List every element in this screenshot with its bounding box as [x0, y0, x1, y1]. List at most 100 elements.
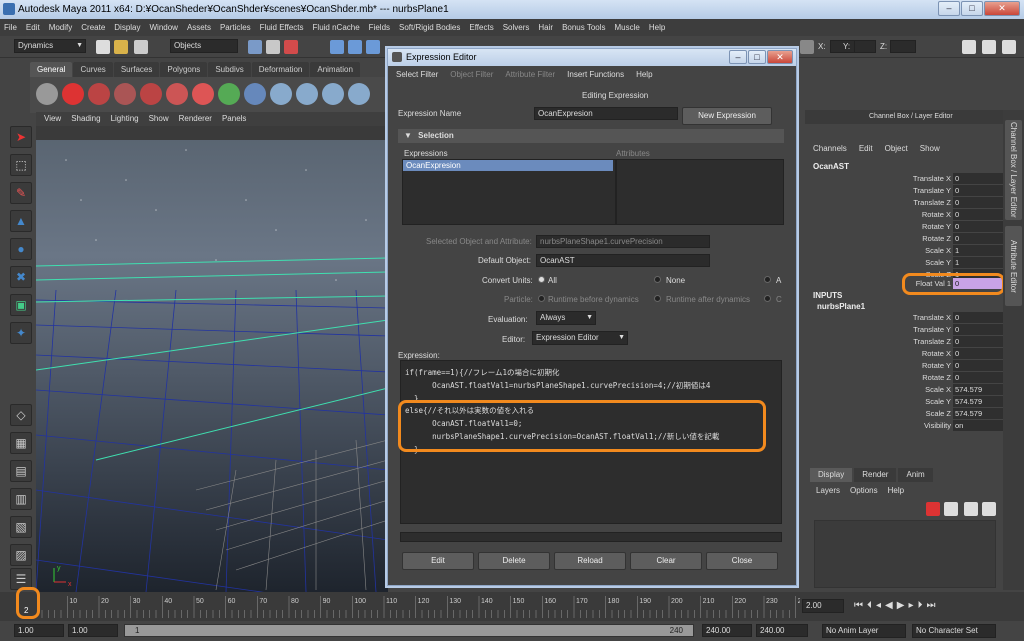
scale-tool-icon[interactable]: ✖: [10, 266, 32, 288]
time-slider[interactable]: 10 20 30 40 50 60 70 80 90 100 110 120 130 140 150 160 1…: [0, 592, 1024, 621]
clear-button[interactable]: Clear: [630, 552, 702, 570]
curve-tool-icon[interactable]: [166, 83, 188, 105]
start-time-field[interactable]: 1.00: [14, 624, 64, 637]
attr-row[interactable]: Translate Y0: [811, 185, 1003, 197]
perspective-viewport[interactable]: View Shading Lighting Show Renderer Pane…: [36, 112, 388, 592]
input-attr-row[interactable]: Scale Z 574.579: [811, 408, 1003, 420]
vp-menu-lighting[interactable]: Lighting: [111, 112, 139, 126]
expressions-list-item[interactable]: OcanExpresion: [403, 160, 613, 171]
select-component-icon[interactable]: [284, 40, 298, 54]
fluid-icon[interactable]: [296, 83, 318, 105]
select-hierarchy-icon[interactable]: [248, 40, 262, 54]
cb-menu-show[interactable]: Show: [920, 144, 940, 153]
vp-menu-renderer[interactable]: Renderer: [179, 112, 212, 126]
menu-fluid-ncache[interactable]: Fluid nCache: [313, 23, 360, 32]
play-backward-icon[interactable]: ◀: [885, 600, 893, 611]
menu-hair[interactable]: Hair: [538, 23, 553, 32]
tab-anim[interactable]: Anim: [898, 468, 933, 482]
layout-hypershade-icon[interactable]: ▧: [10, 516, 32, 538]
input-node-name[interactable]: nurbsPlane1: [817, 302, 865, 311]
menu-effects[interactable]: Effects: [469, 23, 493, 32]
play-forward-icon[interactable]: ▶: [897, 600, 905, 611]
select-tool-icon[interactable]: ➤: [10, 126, 32, 148]
snap-curve-icon[interactable]: [348, 40, 362, 54]
cb-menu-edit[interactable]: Edit: [859, 144, 873, 153]
input-attr-row[interactable]: Scale X 574.579: [811, 384, 1003, 396]
go-to-end-icon[interactable]: ⏭: [926, 600, 935, 611]
menu-create[interactable]: Create: [81, 23, 105, 32]
vp-menu-shading[interactable]: Shading: [71, 112, 100, 126]
snap-point-icon[interactable]: [366, 40, 380, 54]
step-forward-frame-icon[interactable]: ▸: [908, 600, 913, 611]
default-object-field[interactable]: OcanAST: [536, 254, 710, 267]
tab-channel-box-layer-editor[interactable]: Channel Box / Layer Editor: [1005, 120, 1022, 220]
save-scene-icon[interactable]: [134, 40, 148, 54]
delete-button[interactable]: Delete: [478, 552, 550, 570]
tab-polygons[interactable]: Polygons: [160, 62, 208, 77]
paint-select-tool-icon[interactable]: ✎: [10, 182, 32, 204]
expressions-list[interactable]: OcanExpresion: [402, 159, 616, 225]
minimize-button[interactable]: –: [938, 1, 960, 16]
current-time-field[interactable]: 2.00: [802, 599, 844, 613]
menu-fluid-effects[interactable]: Fluid Effects: [260, 23, 304, 32]
twist-tool-icon[interactable]: [218, 83, 240, 105]
channel-box-object-name[interactable]: OcanAST: [813, 162, 849, 171]
layer-up-icon[interactable]: [964, 502, 978, 516]
layer-menu-help[interactable]: Help: [888, 486, 904, 495]
cb-menu-object[interactable]: Object: [885, 144, 908, 153]
selection-mode-dropdown[interactable]: Objects: [170, 39, 238, 53]
input-attr-row[interactable]: Scale Y 574.579: [811, 396, 1003, 408]
sphere-icon[interactable]: [244, 83, 266, 105]
anim-layer-dropdown[interactable]: No Anim Layer: [822, 624, 906, 638]
creation-radio[interactable]: [764, 295, 771, 302]
menu-bonus-tools[interactable]: Bonus Tools: [562, 23, 605, 32]
tab-render[interactable]: Render: [854, 468, 897, 482]
gear-red-icon-2[interactable]: [140, 83, 162, 105]
attr-row[interactable]: Translate Z0: [811, 197, 1003, 209]
attr-row[interactable]: Rotate Z0: [811, 233, 1003, 245]
snap-grid-icon[interactable]: [330, 40, 344, 54]
go-to-start-icon[interactable]: ⏮: [854, 600, 863, 611]
layout-persp-outliner-icon[interactable]: ▤: [10, 460, 32, 482]
menu-file[interactable]: File: [4, 23, 17, 32]
tab-animation[interactable]: Animation: [310, 62, 360, 77]
input-line-icon[interactable]: [800, 40, 814, 54]
menu-fields[interactable]: Fields: [369, 23, 390, 32]
selection-section-header[interactable]: ▼ Selection: [398, 129, 784, 143]
maximize-button[interactable]: □: [961, 1, 983, 16]
input-attr-row[interactable]: Visibility on: [811, 420, 1003, 432]
soft-mod-tool-icon[interactable]: ✦: [10, 322, 32, 344]
menu-select-filter[interactable]: Select Filter: [396, 67, 438, 83]
editor-scrollbar[interactable]: [400, 532, 782, 542]
channel-box-toggle-icon[interactable]: [1002, 40, 1016, 54]
end-time-field[interactable]: 240.00: [756, 624, 808, 637]
field-icon[interactable]: [348, 83, 370, 105]
menu-solvers[interactable]: Solvers: [503, 23, 530, 32]
tool-settings-toggle-icon[interactable]: [982, 40, 996, 54]
menu-object-filter[interactable]: Object Filter: [450, 67, 493, 83]
layout-four-icon[interactable]: ▦: [10, 432, 32, 454]
manipulator-tool-icon[interactable]: ▣: [10, 294, 32, 316]
attr-row[interactable]: Scale X1: [811, 245, 1003, 257]
lasso-tool-icon[interactable]: ⬚: [10, 154, 32, 176]
z-field[interactable]: [890, 40, 916, 53]
runtime-before-dynamics-radio[interactable]: [538, 295, 545, 302]
move-tool-icon[interactable]: ▲: [10, 210, 32, 232]
expression-name-field[interactable]: OcanExpresion: [534, 107, 678, 120]
input-attr-row[interactable]: Rotate X0: [811, 348, 1003, 360]
layer-menu-options[interactable]: Options: [850, 486, 878, 495]
menu-help[interactable]: Help: [649, 23, 665, 32]
runtime-after-dynamics-radio[interactable]: [654, 295, 661, 302]
input-attr-row[interactable]: Translate Z0: [811, 336, 1003, 348]
convert-units-none-radio[interactable]: [654, 276, 661, 283]
attr-row[interactable]: Scale Y1: [811, 257, 1003, 269]
tab-curves[interactable]: Curves: [73, 62, 113, 77]
attr-row[interactable]: Rotate Y0: [811, 221, 1003, 233]
emitter-icon[interactable]: [322, 83, 344, 105]
attribute-editor-toggle-icon[interactable]: [962, 40, 976, 54]
editor-minimize-button[interactable]: –: [729, 50, 747, 64]
menu-editor-help[interactable]: Help: [636, 67, 652, 83]
menu-window[interactable]: Window: [150, 23, 178, 32]
vp-menu-view[interactable]: View: [44, 112, 61, 126]
range-end-field[interactable]: 240.00: [702, 624, 752, 637]
